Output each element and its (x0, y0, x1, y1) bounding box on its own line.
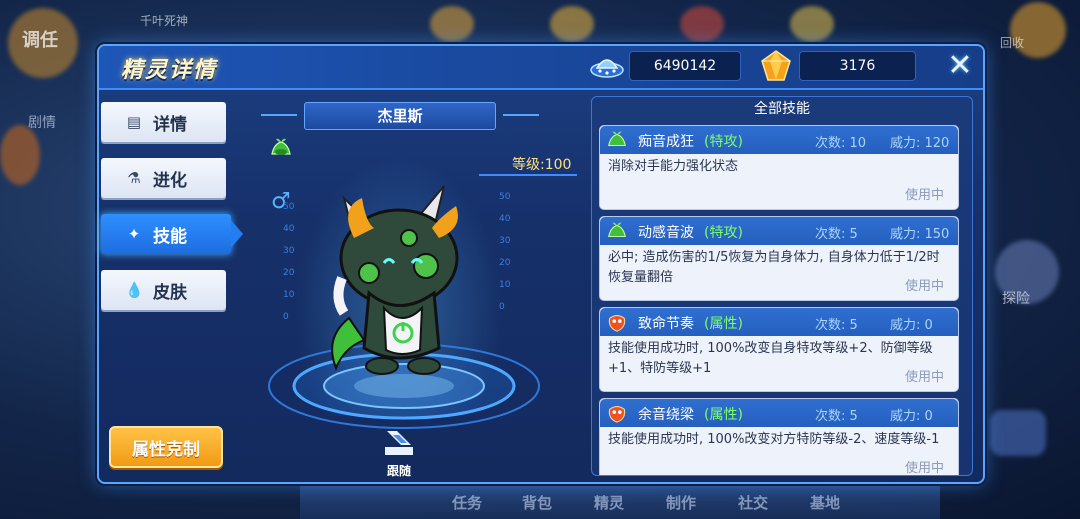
skill-header: 痴音成狂 (特攻) 次数: 10 威力: 120 (600, 126, 958, 154)
ruler-tick: 30 (283, 246, 295, 256)
skill-pp: 次数: 10 (815, 136, 867, 151)
ruler-tick: 10 (283, 290, 295, 300)
pet-detail-dialog: 精灵详情 6490142 3176 ✕ ▤ 详情 ⚗ 进化 ✦ 技能 💧 皮肤 … (97, 44, 985, 484)
skill-name: 余音绕梁 (638, 407, 694, 423)
skill-power: 威力: 150 (890, 227, 950, 242)
bg-left-blob (0, 125, 40, 185)
skill-category: (属性) (704, 407, 743, 423)
grass-type-icon (271, 138, 291, 155)
skill-pp: 次数: 5 (815, 409, 858, 424)
coin-ufo-icon (590, 59, 624, 78)
skill-category: (属性) (704, 316, 743, 332)
close-button[interactable]: ✕ (945, 51, 975, 82)
skill-card[interactable]: 余音绕梁 (属性) 次数: 5 威力: 0 技能使用成功时, 100%改变对方特… (599, 398, 959, 476)
droplet-icon: 💧 (125, 281, 144, 299)
ruler-tick: 50 (499, 192, 511, 202)
magic-wand-icon: ✦ (127, 225, 141, 243)
ruler-tick: 20 (283, 268, 295, 278)
dialog-header: 精灵详情 6490142 3176 ✕ (99, 46, 983, 90)
bg-top-blob-3 (680, 6, 724, 42)
bg-badge-text: 调任 (22, 30, 58, 51)
skill-power: 威力: 0 (890, 318, 933, 333)
bg-nav-0: 任务 (452, 494, 483, 512)
skills-header: 全部技能 (754, 101, 810, 117)
skill-status: 使用中 (904, 461, 944, 476)
skill-pp: 次数: 5 (815, 227, 858, 242)
bg-top-blob-4 (790, 6, 834, 42)
skill-status: 使用中 (904, 279, 944, 294)
tab-label: 皮肤 (153, 282, 187, 303)
tab-skills[interactable]: ✦ 技能 (101, 214, 243, 254)
skill-name: 致命节奏 (638, 316, 694, 332)
bg-nav-3: 制作 (666, 494, 697, 512)
grass-type-icon (608, 222, 626, 238)
follow-button[interactable]: 跟随 (379, 429, 419, 479)
ruler-tick: 0 (283, 312, 289, 322)
bg-nav-5: 基地 (810, 494, 841, 512)
pet-name: 杰里斯 (261, 102, 539, 130)
bg-chat-blob (990, 410, 1046, 456)
bg-top-text: 千叶死神 (140, 14, 189, 28)
skill-description: 必中; 造成伤害的1/5恢复为自身体力, 自身体力低于1/2时恢复量翻倍 (608, 250, 940, 285)
status-type-icon (608, 406, 626, 423)
skill-power: 威力: 120 (890, 136, 950, 151)
skill-description: 技能使用成功时, 100%改变对方特防等级-2、速度等级-1 (608, 432, 940, 447)
bg-nav-1: 背包 (522, 494, 553, 512)
grass-type-icon (608, 131, 626, 147)
skill-description: 消除对手能力强化状态 (608, 159, 739, 174)
bg-right-top-text: 回收 (1000, 36, 1025, 50)
skill-status: 使用中 (904, 370, 944, 385)
tab-label: 详情 (153, 114, 187, 135)
coin-balance: 6490142 (629, 51, 741, 81)
ruler-tick: 20 (499, 258, 511, 268)
skill-category: (特攻) (704, 134, 743, 150)
gem-balance: 3176 (799, 51, 916, 81)
gem-icon (761, 50, 791, 81)
bg-top-blob-2 (550, 6, 594, 42)
tab-label: 进化 (153, 170, 187, 191)
ruler-tick: 40 (283, 224, 295, 234)
tab-evolution[interactable]: ⚗ 进化 (101, 158, 226, 198)
skills-panel: 全部技能 痴音成狂 (特攻) 次数: 10 威力: 120 消除对手能力强化状态… (591, 96, 973, 476)
pet-sprite (331, 185, 459, 375)
dialog-title: 精灵详情 (121, 58, 218, 83)
document-icon: ▤ (126, 113, 142, 131)
left-ruler: 50 40 30 20 10 0 (283, 196, 294, 328)
bg-nav-4: 社交 (738, 494, 769, 512)
bg-nav-2: 精灵 (594, 494, 625, 512)
skill-category: (特攻) (704, 225, 743, 241)
skill-card[interactable]: 痴音成狂 (特攻) 次数: 10 威力: 120 消除对手能力强化状态 使用中 (599, 125, 959, 210)
skill-card[interactable]: 动感音波 (特攻) 次数: 5 威力: 150 必中; 造成伤害的1/5恢复为自… (599, 216, 959, 301)
ruler-tick: 40 (499, 214, 511, 224)
pet-level: 等级:100 (512, 157, 572, 173)
skill-header: 致命节奏 (属性) 次数: 5 威力: 0 (600, 308, 958, 336)
tab-label: 技能 (153, 226, 187, 247)
ruler-tick: 50 (283, 202, 295, 212)
right-ruler: 50 40 30 20 10 0 (499, 186, 510, 318)
skill-power: 威力: 0 (890, 409, 933, 424)
bg-right-mid-text: 探险 (1002, 291, 1030, 307)
skill-description: 技能使用成功时, 100%改变自身特攻等级+2、防御等级+1、特防等级+1 (608, 341, 933, 376)
skill-status: 使用中 (904, 188, 944, 203)
flask-icon: ⚗ (127, 169, 141, 187)
skill-pp: 次数: 5 (815, 318, 858, 333)
bg-top-blob-1 (430, 6, 474, 42)
skill-name: 动感音波 (638, 225, 694, 241)
ruler-tick: 30 (499, 236, 511, 246)
status-type-icon (608, 315, 626, 332)
bg-left-text: 剧情 (28, 115, 56, 131)
skill-header: 动感音波 (特攻) 次数: 5 威力: 150 (600, 217, 958, 245)
follow-label: 跟随 (386, 464, 411, 478)
tab-skins[interactable]: 💧 皮肤 (101, 270, 226, 310)
type-effectiveness-button[interactable]: 属性克制 (109, 426, 223, 468)
skill-name: 痴音成狂 (638, 134, 694, 150)
tab-details[interactable]: ▤ 详情 (101, 102, 226, 142)
skill-card[interactable]: 致命节奏 (属性) 次数: 5 威力: 0 技能使用成功时, 100%改变自身特… (599, 307, 959, 392)
ruler-tick: 0 (499, 302, 505, 312)
follow-icon (385, 431, 413, 455)
skill-header: 余音绕梁 (属性) 次数: 5 威力: 0 (600, 399, 958, 427)
ruler-tick: 10 (499, 280, 511, 290)
